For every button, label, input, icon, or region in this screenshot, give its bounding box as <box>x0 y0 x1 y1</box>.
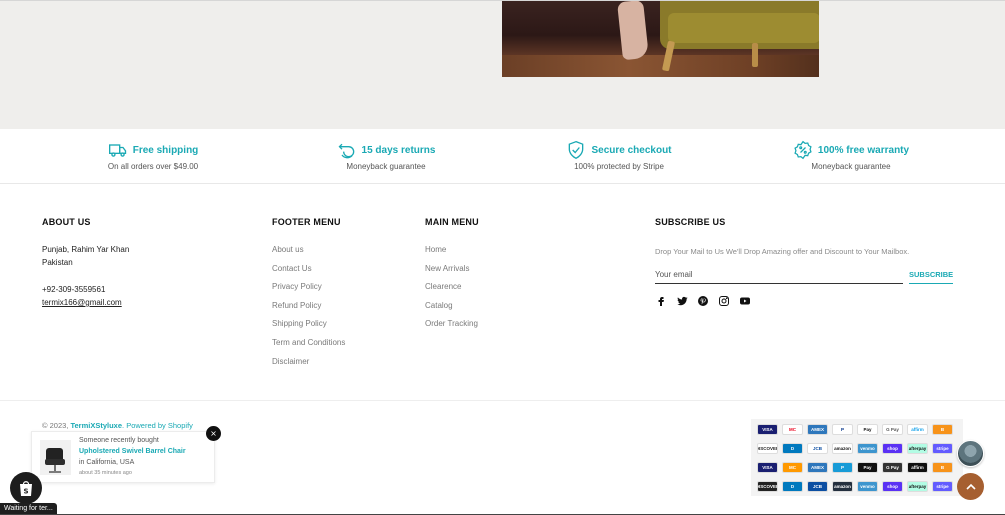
footer-link-disclaimer[interactable]: Disclaimer <box>272 357 309 366</box>
footer-link-about[interactable]: About us <box>272 245 304 254</box>
feature-title: 15 days returns <box>361 144 436 156</box>
payment-d-icon: D <box>782 443 803 454</box>
copyright-prefix: © 2023, <box>42 421 71 430</box>
address-line-1: Punjab, Rahim Yar Khan <box>42 245 130 254</box>
pinterest-icon[interactable] <box>697 295 709 307</box>
payment-icons: VISA MC AMEX P Pay G Pay affirm B DISCOVER D JCB am… <box>751 419 963 496</box>
footer-link-contact[interactable]: Contact Us <box>272 264 312 273</box>
payment-g-pay-icon: G Pay <box>882 462 903 473</box>
payment-visa-icon: VISA <box>757 462 778 473</box>
footer-menu-title: FOOTER MENU <box>272 217 341 227</box>
main-link-home[interactable]: Home <box>425 245 446 254</box>
payment-jcb-icon: JCB <box>807 443 828 454</box>
feature-warranty: 100% free warranty Moneyback guarantee <box>741 129 961 184</box>
about-title: ABOUT US <box>42 217 91 227</box>
payment-amex-icon: AMEX <box>807 424 828 435</box>
twitter-icon[interactable] <box>676 295 688 307</box>
notif-text: Someone recently bought <box>79 437 159 444</box>
payment-pay-icon: Pay <box>857 462 878 473</box>
notif-location: in California, USA <box>79 459 135 466</box>
shopify-bag-icon[interactable]: S <box>10 472 42 504</box>
payment-stripe-icon: stripe <box>932 443 953 454</box>
notif-time: about 35 minutes ago <box>79 470 132 476</box>
features-bar: Free shipping On all orders over $49.00 … <box>0 129 1005 184</box>
feature-secure-checkout: Secure checkout 100% protected by Stripe <box>509 129 729 184</box>
payment-stripe-icon: stripe <box>932 481 953 492</box>
payment-d-icon: D <box>782 481 803 492</box>
payment-discover-icon: DISCOVER <box>757 481 778 492</box>
youtube-icon[interactable] <box>739 295 751 307</box>
payment-b-icon: B <box>932 424 953 435</box>
shield-check-icon <box>569 140 584 160</box>
main-menu-title: MAIN MENU <box>425 217 479 227</box>
payment-afterpay-icon: afterpay <box>907 481 928 492</box>
main-link-catalog[interactable]: Catalog <box>425 301 453 310</box>
facebook-icon[interactable] <box>655 295 667 307</box>
truck-icon <box>108 144 126 157</box>
subscribe-title: SUBSCRIBE US <box>655 217 726 227</box>
copyright: © 2023, TermiXStyluxe. Powered by Shopif… <box>42 421 193 430</box>
payment-pay-icon: Pay <box>857 424 878 435</box>
main-link-new-arrivals[interactable]: New Arrivals <box>425 264 469 273</box>
footer-link-privacy[interactable]: Privacy Policy <box>272 282 322 291</box>
feature-subtitle: 100% protected by Stripe <box>574 162 664 171</box>
payment-amex-icon: AMEX <box>807 462 828 473</box>
main-link-order-tracking[interactable]: Order Tracking <box>425 319 478 328</box>
payment-mc-icon: MC <box>782 462 803 473</box>
payment-affirm-icon: affirm <box>907 424 928 435</box>
subscribe-button[interactable]: SUBSCRIBE <box>909 266 953 284</box>
chat-avatar-button[interactable] <box>957 440 984 467</box>
email-input[interactable] <box>655 266 903 284</box>
payment-discover-icon: DISCOVER <box>757 443 778 454</box>
payment-shop-icon: shop <box>882 481 903 492</box>
percent-badge-icon <box>794 140 812 160</box>
recent-purchase-popup[interactable]: Someone recently bought Upholstered Swiv… <box>31 431 215 483</box>
payment-g-pay-icon: G Pay <box>882 424 903 435</box>
payment-jcb-icon: JCB <box>807 481 828 492</box>
feature-title: 100% free warranty <box>817 144 910 156</box>
feature-title: Free shipping <box>132 144 199 156</box>
address-line-2: Pakistan <box>42 258 73 267</box>
payment-mc-icon: MC <box>782 424 803 435</box>
subscribe-text: Drop Your Mail to Us We'll Drop Amazing … <box>655 247 910 256</box>
email-link[interactable]: termix166@gmail.com <box>42 298 122 307</box>
notif-product-link[interactable]: Upholstered Swivel Barrel Chair <box>79 448 186 455</box>
payment-amazon-icon: amazon <box>832 481 853 492</box>
hero-image <box>502 1 819 77</box>
hero-section <box>0 0 1005 129</box>
product-thumbnail <box>40 440 71 475</box>
payment-b-icon: B <box>932 462 953 473</box>
scroll-to-top-button[interactable] <box>957 473 984 500</box>
payment-amazon-icon: amazon <box>832 443 853 454</box>
payment-shop-icon: shop <box>882 443 903 454</box>
payment-affirm-icon: affirm <box>907 462 928 473</box>
payment-afterpay-icon: afterpay <box>907 443 928 454</box>
payment-p-icon: P <box>832 424 853 435</box>
feature-free-shipping: Free shipping On all orders over $49.00 <box>43 129 263 184</box>
feature-title: Secure checkout <box>591 144 672 156</box>
footer-link-terms[interactable]: Term and Conditions <box>272 338 345 347</box>
feature-subtitle: On all orders over $49.00 <box>107 162 199 171</box>
footer-link-shipping[interactable]: Shipping Policy <box>272 319 327 328</box>
feature-returns: 15 days returns Moneyback guarantee <box>276 129 496 184</box>
powered-by-link[interactable]: . Powered by Shopify <box>122 421 193 430</box>
payment-p-icon: P <box>832 462 853 473</box>
footer-link-refund[interactable]: Refund Policy <box>272 301 321 310</box>
footer-divider <box>0 400 1005 401</box>
payment-venmo-icon: venmo <box>857 481 878 492</box>
payment-venmo-icon: venmo <box>857 443 878 454</box>
phone-number: +92-309-3559561 <box>42 285 106 294</box>
payment-visa-icon: VISA <box>757 424 778 435</box>
close-icon[interactable]: × <box>206 426 221 441</box>
return-icon <box>338 143 354 159</box>
main-link-clearence[interactable]: Clearence <box>425 282 461 291</box>
svg-text:S: S <box>23 488 28 496</box>
feature-subtitle: Moneyback guarantee <box>811 162 891 171</box>
instagram-icon[interactable] <box>718 295 730 307</box>
brand-link[interactable]: TermiXStyluxe <box>70 421 122 430</box>
chevron-up-icon <box>965 483 976 490</box>
feature-subtitle: Moneyback guarantee <box>346 162 426 171</box>
